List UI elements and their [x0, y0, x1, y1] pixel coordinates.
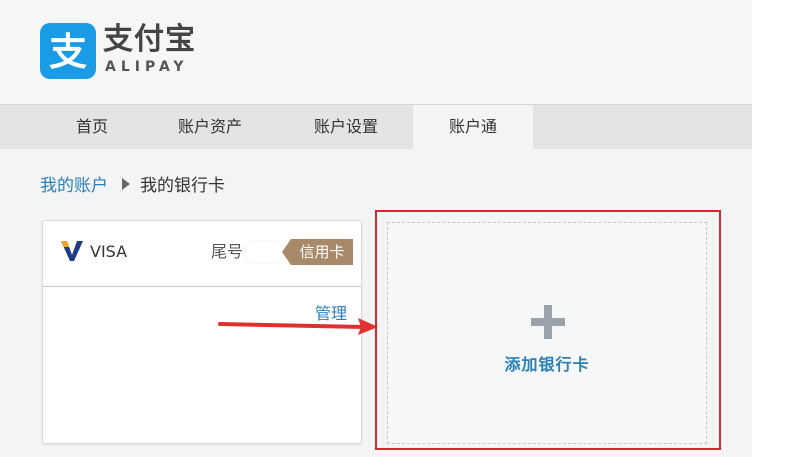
bank-card-header: VISA 尾号 信用卡: [43, 221, 361, 287]
nav-item-assets[interactable]: 账户资产: [155, 105, 265, 149]
svg-text:支: 支: [49, 30, 87, 74]
card-tail-number-redacted: [245, 242, 283, 262]
breadcrumb-arrow-icon: [122, 178, 130, 190]
alipay-logo-icon[interactable]: 支: [40, 23, 96, 79]
breadcrumb-my-account[interactable]: 我的账户: [40, 176, 108, 196]
add-bank-card-label: 添加银行卡: [504, 355, 590, 374]
nav-item-account-pass[interactable]: 账户通: [413, 105, 533, 149]
card-tail-label: 尾号: [211, 242, 244, 261]
brand-name-en: ALIPAY: [105, 59, 189, 75]
nav-item-settings[interactable]: 账户设置: [290, 105, 402, 149]
header: 支 支付宝 ALIPAY: [0, 0, 752, 104]
breadcrumb: 我的账户 我的银行卡: [40, 174, 225, 198]
add-bank-card-button[interactable]: 添加银行卡: [387, 222, 707, 444]
main-nav: 首页 账户资产 账户设置 账户通: [0, 104, 752, 149]
visa-logo-icon: [61, 241, 83, 261]
plus-icon-horizontal: [531, 318, 565, 326]
page: 支 支付宝 ALIPAY 首页 账户资产 账户设置 账户通 我的账户 我的银行卡 …: [0, 0, 752, 457]
nav-item-home[interactable]: 首页: [40, 105, 144, 149]
card-network: VISA: [90, 242, 128, 261]
breadcrumb-current: 我的银行卡: [140, 176, 225, 196]
brand-name-cn: 支付宝: [103, 22, 196, 57]
red-arrow-annotation-icon: [218, 318, 378, 335]
card-type-badge: 信用卡: [282, 239, 353, 265]
